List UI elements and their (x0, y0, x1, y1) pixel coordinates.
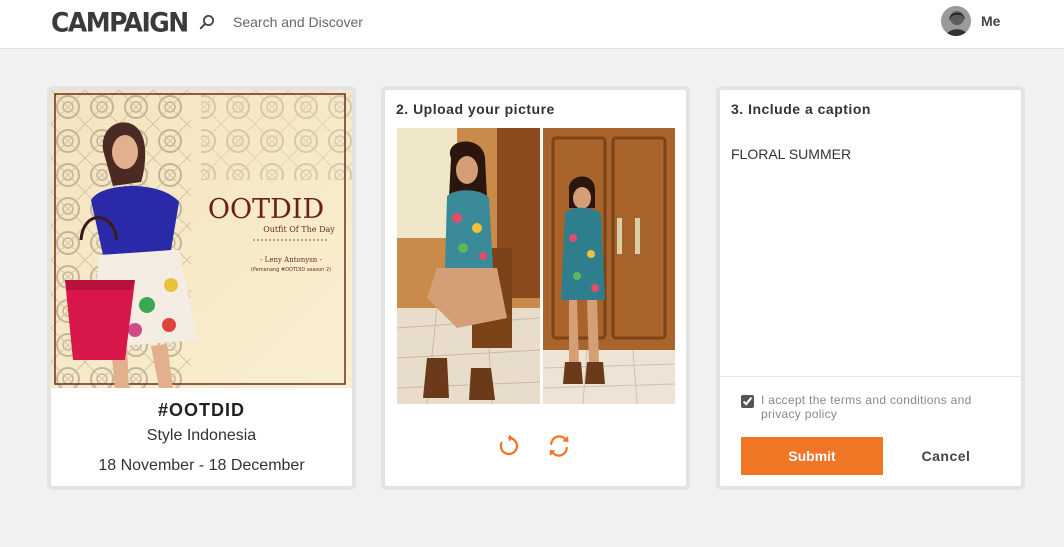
banner-tagline: Outfit Of The Day (263, 225, 335, 234)
terms-label[interactable]: I accept the terms and conditions and pr… (761, 393, 1001, 421)
caption-card: 3. Include a caption FLORAL SUMMER I acc… (716, 86, 1025, 490)
terms-checkbox[interactable] (741, 395, 754, 408)
search-icon[interactable] (199, 14, 215, 30)
rotate-right-icon[interactable] (546, 433, 572, 459)
campaign-title: #OOTDID (157, 400, 245, 420)
avatar[interactable] (941, 6, 971, 36)
search-input[interactable] (226, 11, 540, 33)
banner-credit-name: - Leny Antonysn - (260, 256, 322, 264)
upload-heading: 2. Upload your picture (396, 101, 555, 117)
top-bar: CAMPAIGN Me (0, 0, 1064, 49)
uploaded-photo-2[interactable] (543, 128, 675, 404)
banner-credit-note: (Pemenang #OOTDID season 2) (251, 267, 331, 273)
campaign-card: OOTDID Outfit Of The Day - Leny Antonysn… (47, 86, 356, 490)
caption-heading: 3. Include a caption (731, 101, 871, 117)
uploaded-photo-1[interactable] (397, 128, 540, 404)
campaign-dates: 18 November - 18 December (98, 457, 305, 474)
campaign-banner-image: OOTDID Outfit Of The Day - Leny Antonysn… (51, 90, 352, 388)
submit-button[interactable]: Submit (741, 437, 883, 475)
rotate-left-icon[interactable] (496, 433, 522, 459)
cancel-button[interactable]: Cancel (906, 437, 986, 475)
caption-input[interactable]: FLORAL SUMMER (731, 146, 851, 162)
upload-card: 2. Upload your picture (381, 86, 690, 490)
campaign-subtitle: Style Indonesia (146, 427, 257, 444)
banner-headline: OOTDID (208, 194, 324, 225)
site-logo[interactable]: CAMPAIGN (51, 7, 189, 37)
divider (720, 376, 1021, 377)
user-menu[interactable]: Me (941, 5, 1000, 37)
user-name: Me (981, 13, 1001, 29)
